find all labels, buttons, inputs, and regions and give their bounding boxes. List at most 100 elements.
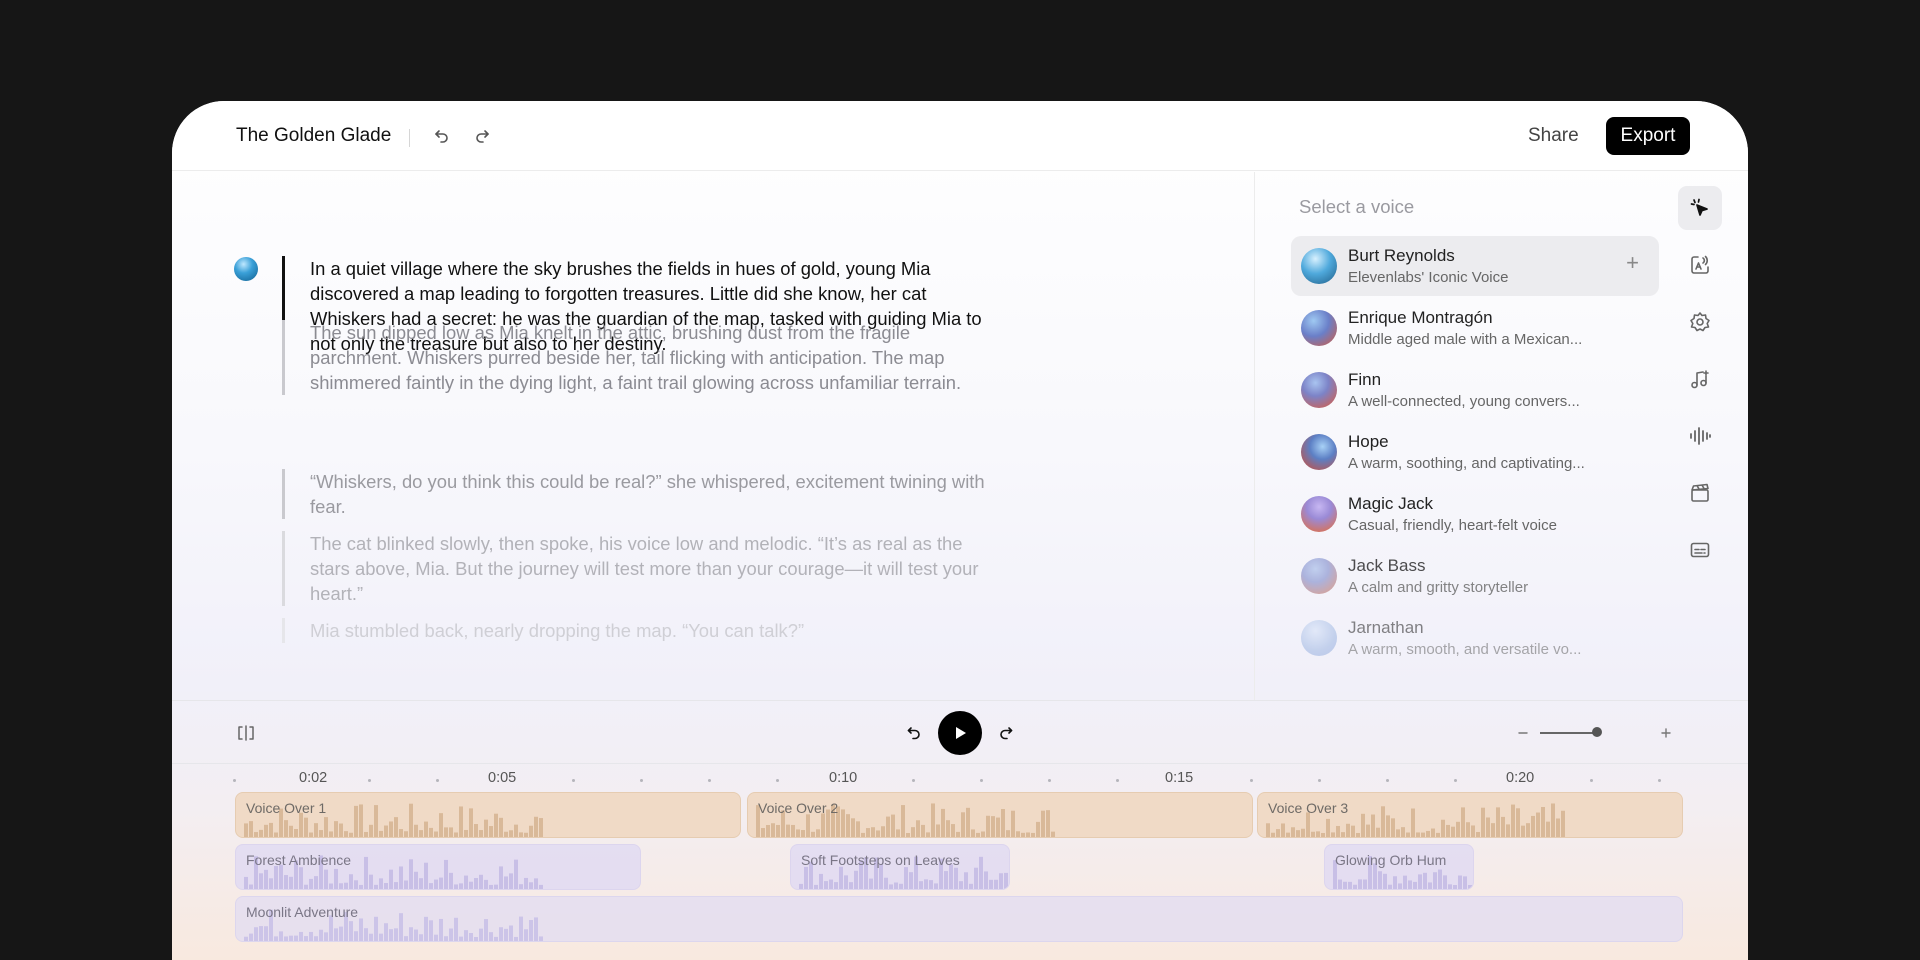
timeline-ruler[interactable]: 0:02 0:05 0:10 0:15 0:20 [172, 764, 1748, 792]
redo-button[interactable] [469, 123, 495, 149]
voice-item-jack-bass[interactable]: Jack Bass A calm and gritty storyteller [1291, 546, 1659, 606]
waveform-bar [1481, 807, 1485, 837]
zoom-slider-handle[interactable] [1592, 727, 1602, 737]
waveform-bar [844, 875, 848, 889]
voice-item-hope[interactable]: Hope A warm, soothing, and captivating..… [1291, 422, 1659, 482]
waveform-bar [539, 818, 543, 837]
clip-glowing-orb-hum[interactable]: Glowing Orb Hum [1324, 844, 1474, 890]
waveform-bar [1004, 872, 1008, 889]
waveform-bar [901, 805, 905, 837]
time-label: 0:10 [829, 770, 858, 786]
waveform-bar [484, 879, 488, 889]
waveform-bar [1491, 823, 1495, 837]
waveform-bar [856, 821, 860, 837]
clip-forest-ambience[interactable]: Forest Ambience [235, 844, 641, 890]
waveform-bar [1351, 825, 1355, 837]
zoom-in-button[interactable] [1654, 721, 1678, 745]
waveform-bar [424, 862, 428, 889]
paragraph-bar [282, 320, 285, 395]
voice-item-jarnathan[interactable]: Jarnathan A warm, smooth, and versatile … [1291, 608, 1659, 668]
waveform-bar [1448, 884, 1452, 889]
waveform-bar [369, 824, 373, 837]
voice-item-enrique-montragon[interactable]: Enrique Montragón Middle aged male with … [1291, 298, 1659, 358]
clip-moonlit-adventure[interactable]: Moonlit Adventure [235, 896, 1683, 942]
waveform-bar [339, 926, 343, 941]
project-title[interactable]: The Golden Glade [236, 125, 391, 147]
clip-voice-over-3[interactable]: Voice Over 3 [1257, 792, 1683, 838]
waveform-bar [439, 877, 443, 889]
waveform-bar [961, 812, 965, 837]
waveform-bar [1016, 831, 1020, 837]
waveform-bar [299, 867, 303, 889]
waveform-bar [1471, 825, 1475, 837]
video-tool-button[interactable] [1678, 471, 1722, 515]
clip-soft-footsteps-on-leaves[interactable]: Soft Footsteps on Leaves [790, 844, 1010, 890]
waveform-bar [394, 882, 398, 889]
paragraph-bar [282, 531, 285, 606]
waveform-bar [274, 866, 278, 889]
export-button[interactable]: Export [1606, 117, 1690, 155]
share-button[interactable]: Share [1528, 125, 1579, 147]
ruler-tick [1116, 779, 1119, 782]
zoom-slider-track[interactable] [1540, 732, 1600, 734]
waveform-bar [971, 829, 975, 837]
paragraph[interactable]: The cat blinked slowly, then spoke, his … [282, 531, 1002, 606]
waveform-bar [534, 878, 538, 889]
paragraph[interactable]: Mia stumbled back, nearly dropping the m… [282, 618, 1002, 643]
waveform-bar [404, 936, 408, 941]
forward-button[interactable] [994, 721, 1018, 745]
voice-item-finn[interactable]: Finn A well-connected, young convers... [1291, 360, 1659, 420]
ruler-tick [368, 779, 371, 782]
music-tool-button[interactable] [1678, 357, 1722, 401]
waveform-bar [509, 925, 513, 941]
waveform-bar [264, 926, 268, 941]
waveform-bar [334, 821, 338, 837]
ruler-tick [233, 779, 236, 782]
clip-voice-over-1[interactable]: Voice Over 1 [235, 792, 741, 838]
zoom-out-button[interactable] [1511, 721, 1535, 745]
waveform-bar [249, 884, 253, 889]
voice-name: Finn [1348, 370, 1382, 389]
paragraph[interactable]: The sun dipped low as Mia knelt in the a… [282, 320, 1002, 395]
waveform-bar [999, 873, 1003, 889]
waveform-bar [1341, 832, 1345, 837]
play-button[interactable] [938, 711, 982, 755]
rewind-button[interactable] [902, 721, 926, 745]
text-to-speech-tool-button[interactable] [1678, 243, 1722, 287]
waveform-bar [1398, 883, 1402, 889]
waveform-bar [886, 816, 890, 837]
waveform-bar [249, 821, 253, 837]
add-voice-button[interactable]: + [1626, 252, 1639, 274]
speaker-avatar[interactable] [234, 257, 258, 281]
waveform-bar [324, 817, 328, 837]
waveform-bar [1431, 828, 1435, 837]
waveform-bar [919, 881, 923, 889]
waveform-bar [504, 876, 508, 889]
time-label: 0:20 [1506, 770, 1535, 786]
audio-tool-button[interactable] [1678, 414, 1722, 458]
waveform-bar [479, 830, 483, 837]
paragraph[interactable]: “Whiskers, do you think this could be re… [282, 469, 1002, 519]
waveform-bar [966, 807, 970, 837]
settings-tool-button[interactable] [1678, 300, 1722, 344]
waveform-bar [329, 883, 333, 889]
waveform-bar [1416, 832, 1420, 837]
waveform-bar [1551, 803, 1555, 837]
select-tool-button[interactable] [1678, 186, 1722, 230]
waveform-bar [529, 825, 533, 837]
waveform-icon [1690, 427, 1711, 445]
waveform-bar [334, 868, 338, 889]
waveform-bar [1291, 827, 1295, 837]
voice-item-magic-jack[interactable]: Magic Jack Casual, friendly, heart-felt … [1291, 484, 1659, 544]
toggle-panel-button[interactable] [234, 721, 258, 745]
waveform-bar [539, 936, 543, 941]
voice-item-burt-reynolds[interactable]: Burt Reynolds Elevenlabs' Iconic Voice + [1291, 236, 1659, 296]
waveform-bar [309, 832, 313, 837]
ruler-tick [708, 779, 711, 782]
undo-button[interactable] [429, 123, 455, 149]
waveform-bar [1461, 807, 1465, 837]
clip-voice-over-2[interactable]: Voice Over 2 [747, 792, 1253, 838]
waveform-bar [399, 866, 403, 889]
subtitles-tool-button[interactable] [1678, 528, 1722, 572]
waveform-bar [974, 867, 978, 889]
